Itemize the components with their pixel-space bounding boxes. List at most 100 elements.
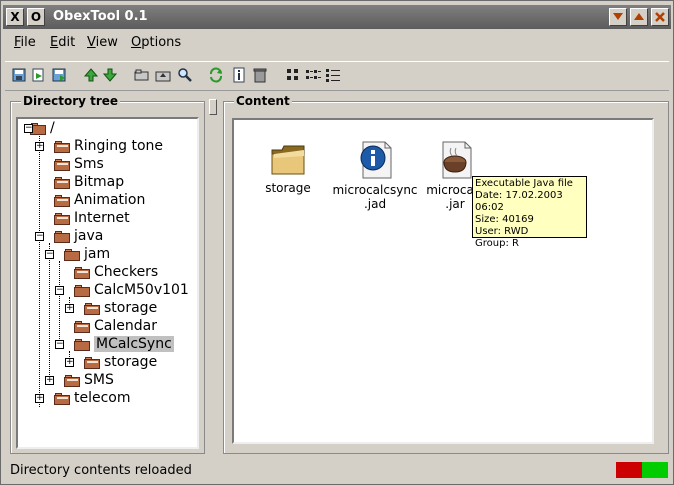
toolbar	[5, 61, 669, 91]
folder-icon	[54, 158, 70, 171]
trash-icon[interactable]	[252, 67, 268, 83]
tree-item-label: Internet	[74, 210, 130, 226]
tree-item-storage[interactable]: storage	[84, 299, 157, 317]
minimize-icon[interactable]	[609, 8, 627, 26]
file-label: storage	[265, 181, 311, 195]
tree-item-label: Checkers	[94, 264, 159, 280]
collapse-icon[interactable]: −	[55, 286, 64, 295]
maximize-icon[interactable]	[630, 8, 648, 26]
tree-item-java[interactable]: java	[54, 227, 103, 245]
collapse-icon[interactable]: −	[35, 232, 44, 241]
folder-open-icon	[64, 248, 80, 261]
title-bar[interactable]: X O ObexTool 0.1	[3, 5, 671, 29]
tree-item-label: storage	[104, 300, 158, 316]
tree-item-label-selected: MCalcSync	[94, 336, 174, 352]
folder-icon	[74, 266, 90, 279]
content-title: Content	[234, 94, 292, 108]
collapse-icon[interactable]: −	[55, 340, 64, 349]
java-file-icon	[442, 141, 472, 179]
file-label: microcalcsync .jad	[332, 183, 418, 211]
menu-options[interactable]: Options	[131, 35, 181, 50]
folder-icon	[271, 145, 305, 175]
directory-tree-title: Directory tree	[21, 94, 121, 108]
tree-line	[59, 261, 60, 345]
info-icon[interactable]	[231, 67, 247, 83]
small-icons-view-icon[interactable]	[305, 67, 321, 83]
status-text: Directory contents reloaded	[10, 463, 192, 478]
expand-icon[interactable]: +	[35, 142, 44, 151]
tree-item-bitmap[interactable]: Bitmap	[54, 173, 124, 191]
menu-view[interactable]: View	[87, 35, 118, 50]
tree-item-mcalcsync[interactable]: MCalcSync	[74, 335, 174, 353]
tree-item-label: Animation	[74, 192, 146, 208]
status-indicator-red	[616, 462, 642, 478]
directory-tree-panel: Directory tree / − Ringing tone + Sms Bi…	[10, 94, 205, 454]
tree-item-label: Sms	[74, 156, 104, 172]
tree-line	[49, 243, 50, 381]
status-indicator-green	[642, 462, 668, 478]
folder-open-icon	[74, 284, 90, 297]
collapse-icon[interactable]: −	[45, 250, 54, 259]
expand-icon[interactable]: +	[65, 358, 74, 367]
file-tooltip: Executable Java file Date: 17.02.2003 06…	[472, 176, 587, 249]
tree-item-root[interactable]: /	[30, 119, 55, 137]
expand-icon[interactable]: +	[45, 376, 54, 385]
folder-icon	[54, 140, 70, 153]
folder-icon	[54, 212, 70, 225]
tooltip-group: Group: R	[475, 238, 519, 249]
file-item-storage[interactable]: storage	[260, 140, 316, 195]
tree-item-label: storage	[104, 354, 158, 370]
refresh-icon[interactable]	[208, 67, 224, 83]
menu-bar: File Edit View Options	[3, 31, 671, 55]
collapse-icon[interactable]: −	[24, 124, 33, 133]
status-bar: Directory contents reloaded	[3, 457, 671, 483]
tree-item-internet[interactable]: Internet	[54, 209, 130, 227]
tree-item-telecom[interactable]: telecom	[54, 389, 131, 407]
list-view-icon[interactable]	[325, 67, 341, 83]
expand-icon[interactable]: +	[35, 394, 44, 403]
large-icons-view-icon[interactable]	[285, 67, 301, 83]
export-icon[interactable]	[51, 67, 67, 83]
folder-icon	[84, 302, 100, 315]
menu-edit[interactable]: Edit	[50, 35, 75, 50]
folder-icon	[54, 392, 70, 405]
down-arrow-icon[interactable]	[102, 67, 118, 83]
tree-item-sms-upper[interactable]: SMS	[64, 371, 114, 389]
tree-item-checkers[interactable]: Checkers	[74, 263, 158, 281]
tree-item-ringing-tone[interactable]: Ringing tone	[54, 137, 163, 155]
window-title: ObexTool 0.1	[53, 9, 148, 24]
tooltip-type: Executable Java file	[475, 178, 573, 189]
tree-item-label: jam	[84, 246, 111, 262]
tree-line	[39, 133, 40, 407]
main-window: X O ObexTool 0.1 File Edit View Options	[0, 0, 674, 485]
folder-icon	[54, 176, 70, 189]
tree-item-sms[interactable]: Sms	[54, 155, 104, 173]
tooltip-user: User: RWD	[475, 226, 529, 237]
up-arrow-icon[interactable]	[83, 67, 99, 83]
content-view[interactable]: storage microcalcsync .jad microcalc .ja…	[232, 118, 654, 444]
expand-icon[interactable]: +	[65, 304, 74, 313]
file-item-microcalcsync-jad[interactable]: microcalcsync .jad	[330, 140, 420, 211]
close-icon[interactable]	[651, 8, 669, 26]
tree-view[interactable]: / − Ringing tone + Sms Bitmap Animation	[16, 117, 199, 449]
tree-item-jam[interactable]: jam	[64, 245, 110, 263]
folder-open-icon	[74, 338, 90, 351]
tree-item-label: SMS	[84, 372, 114, 388]
open-folder-icon[interactable]	[134, 67, 150, 83]
tree-item-calcm50v101[interactable]: CalcM50v101	[74, 281, 189, 299]
save-icon[interactable]	[11, 67, 27, 83]
tree-item-animation[interactable]: Animation	[54, 191, 145, 209]
import-icon[interactable]	[30, 67, 46, 83]
panel-splitter[interactable]	[209, 99, 217, 115]
menu-file[interactable]: File	[14, 35, 36, 50]
tree-item-calendar[interactable]: Calendar	[74, 317, 157, 335]
search-icon[interactable]	[177, 67, 193, 83]
folder-icon	[74, 320, 90, 333]
folder-icon	[54, 194, 70, 207]
parent-folder-icon[interactable]	[155, 67, 171, 83]
tree-item-storage[interactable]: storage	[84, 353, 157, 371]
tree-item-label: java	[74, 228, 104, 244]
window-menu-icon[interactable]: X	[6, 8, 24, 26]
app-icon: O	[27, 8, 45, 26]
tree-item-label: CalcM50v101	[94, 282, 189, 298]
